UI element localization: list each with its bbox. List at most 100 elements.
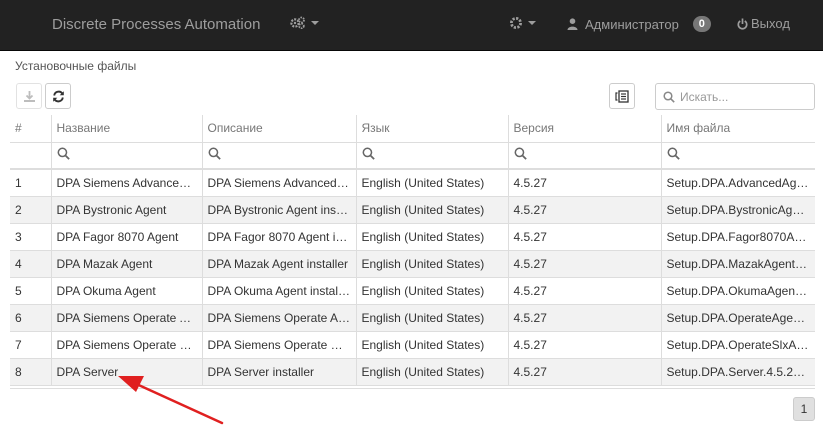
cell-language: English (United States) xyxy=(355,222,508,250)
notifications-badge[interactable]: 0 xyxy=(692,16,711,32)
table-row[interactable]: 7 DPA Siemens Operate SLX Agent DPA Siem… xyxy=(10,330,815,358)
search-icon xyxy=(667,147,680,160)
cell-version: 4.5.27 xyxy=(507,168,661,196)
column-header-name[interactable]: Название xyxy=(50,115,202,143)
cell-version: 4.5.27 xyxy=(507,276,661,304)
cell-filename: Setup.DPA.BystronicAgent.4.5.27.exe xyxy=(660,195,815,223)
cell-description: DPA Server installer xyxy=(201,357,356,386)
user-icon xyxy=(567,18,578,30)
user-name: Администратор xyxy=(585,16,679,32)
cell-version: 4.5.27 xyxy=(507,303,661,331)
table-row[interactable]: 5 DPA Okuma Agent DPA Okuma Agent instal… xyxy=(10,276,815,304)
cell-number: 8 xyxy=(10,357,51,386)
cell-version: 4.5.27 xyxy=(507,357,661,386)
cell-filename: Setup.DPA.OkumaAgent.4.5.27.exe xyxy=(660,276,815,304)
table-row[interactable]: 4 DPA Mazak Agent DPA Mazak Agent instal… xyxy=(10,249,815,277)
column-header-description[interactable]: Описание xyxy=(201,115,356,143)
cogs-icon xyxy=(290,16,305,29)
column-header-version[interactable]: Версия xyxy=(507,115,661,143)
cell-name: DPA Siemens Operate Agent xyxy=(50,303,202,331)
cell-name: DPA Siemens Operate SLX Agent xyxy=(50,330,202,358)
cell-description: DPA Fagor 8070 Agent installer xyxy=(201,222,356,250)
power-icon xyxy=(737,18,748,29)
filter-cell-number xyxy=(10,142,51,170)
cell-language: English (United States) xyxy=(355,249,508,277)
cell-description: DPA Siemens Operate SLX Agent installer xyxy=(201,330,356,358)
cell-name: DPA Mazak Agent xyxy=(50,249,202,277)
cell-description: DPA Siemens Operate Agent installer xyxy=(201,303,356,331)
refresh-icon xyxy=(52,90,64,102)
column-header-language[interactable]: Язык xyxy=(355,115,508,143)
cell-description: DPA Mazak Agent installer xyxy=(201,249,356,277)
cell-version: 4.5.27 xyxy=(507,222,661,250)
cell-language: English (United States) xyxy=(355,195,508,223)
chevron-down-icon xyxy=(528,21,536,25)
logout-link[interactable]: Выход xyxy=(737,16,790,31)
filter-filename[interactable] xyxy=(660,142,815,170)
cell-language: English (United States) xyxy=(355,357,508,386)
cell-filename: Setup.DPA.Fagor8070Agent.4.5.27.exe xyxy=(660,222,815,250)
cell-filename: Setup.DPA.OperateAgent.4.5.27.exe xyxy=(660,303,815,331)
top-navbar: Discrete Processes Automation Администра… xyxy=(0,0,823,51)
table-row[interactable]: 1 DPA Siemens Advanced Agent DPA Siemens… xyxy=(10,168,815,196)
cell-number: 6 xyxy=(10,303,51,331)
cell-name: DPA Siemens Advanced Agent xyxy=(50,168,202,196)
cell-language: English (United States) xyxy=(355,276,508,304)
cell-description: DPA Siemens Advanced Agent installer xyxy=(201,168,356,196)
cell-number: 1 xyxy=(10,168,51,196)
cell-filename: Setup.DPA.MazakAgent.4.5.27.exe xyxy=(660,249,815,277)
table-footer-divider xyxy=(10,388,815,389)
cell-filename: Setup.DPA.AdvancedAgent.4.5.27.exe xyxy=(660,168,815,196)
cell-name: DPA Server xyxy=(50,357,202,386)
search-icon xyxy=(208,147,221,160)
cell-language: English (United States) xyxy=(355,168,508,196)
columns-icon xyxy=(615,89,629,103)
cell-version: 4.5.27 xyxy=(507,249,661,277)
gear-icon xyxy=(510,17,522,29)
cell-number: 5 xyxy=(10,276,51,304)
table-row[interactable]: 3 DPA Fagor 8070 Agent DPA Fagor 8070 Ag… xyxy=(10,222,815,250)
cell-number: 4 xyxy=(10,249,51,277)
cell-language: English (United States) xyxy=(355,330,508,358)
filter-description[interactable] xyxy=(201,142,356,170)
download-icon xyxy=(23,90,35,102)
cell-language: English (United States) xyxy=(355,303,508,331)
user-menu[interactable]: Администратор 0 xyxy=(567,16,711,32)
filter-language[interactable] xyxy=(355,142,508,170)
cell-filename: Setup.DPA.OperateSlxAgent.4.5.27.exe xyxy=(660,330,815,358)
column-header-number[interactable]: # xyxy=(10,115,51,143)
search-input[interactable] xyxy=(680,89,805,104)
logout-label: Выход xyxy=(751,16,790,31)
filter-name[interactable] xyxy=(50,142,202,170)
cell-description: DPA Okuma Agent installer xyxy=(201,276,356,304)
table-row[interactable]: 6 DPA Siemens Operate Agent DPA Siemens … xyxy=(10,303,815,331)
search-icon xyxy=(57,147,70,160)
cell-name: DPA Okuma Agent xyxy=(50,276,202,304)
page-title: Установочные файлы xyxy=(15,59,137,73)
cell-filename: Setup.DPA.Server.4.5.27.exe xyxy=(660,357,815,386)
cell-description: DPA Bystronic Agent installer xyxy=(201,195,356,223)
column-header-filename[interactable]: Имя файла xyxy=(660,115,815,143)
tools-menu[interactable] xyxy=(290,16,319,29)
search-icon xyxy=(362,147,375,160)
table-row[interactable]: 2 DPA Bystronic Agent DPA Bystronic Agen… xyxy=(10,195,815,223)
cell-number: 2 xyxy=(10,195,51,223)
search-icon xyxy=(663,90,675,103)
cell-number: 7 xyxy=(10,330,51,358)
settings-menu[interactable] xyxy=(509,16,536,30)
search-icon xyxy=(514,147,527,160)
app-title[interactable]: Discrete Processes Automation xyxy=(52,16,260,33)
refresh-button[interactable] xyxy=(45,83,71,109)
installers-table: # Название Описание Язык Версия Имя файл… xyxy=(10,115,815,386)
cell-number: 3 xyxy=(10,222,51,250)
pagination-page-button[interactable]: 1 xyxy=(793,397,815,421)
search-box[interactable] xyxy=(655,83,815,110)
cell-version: 4.5.27 xyxy=(507,195,661,223)
chevron-down-icon xyxy=(311,20,319,25)
table-row[interactable]: 8 DPA Server DPA Server installer Englis… xyxy=(10,357,815,386)
filter-version[interactable] xyxy=(507,142,661,170)
download-button[interactable] xyxy=(16,83,42,109)
cell-name: DPA Fagor 8070 Agent xyxy=(50,222,202,250)
cell-version: 4.5.27 xyxy=(507,330,661,358)
columns-button[interactable] xyxy=(609,83,635,109)
